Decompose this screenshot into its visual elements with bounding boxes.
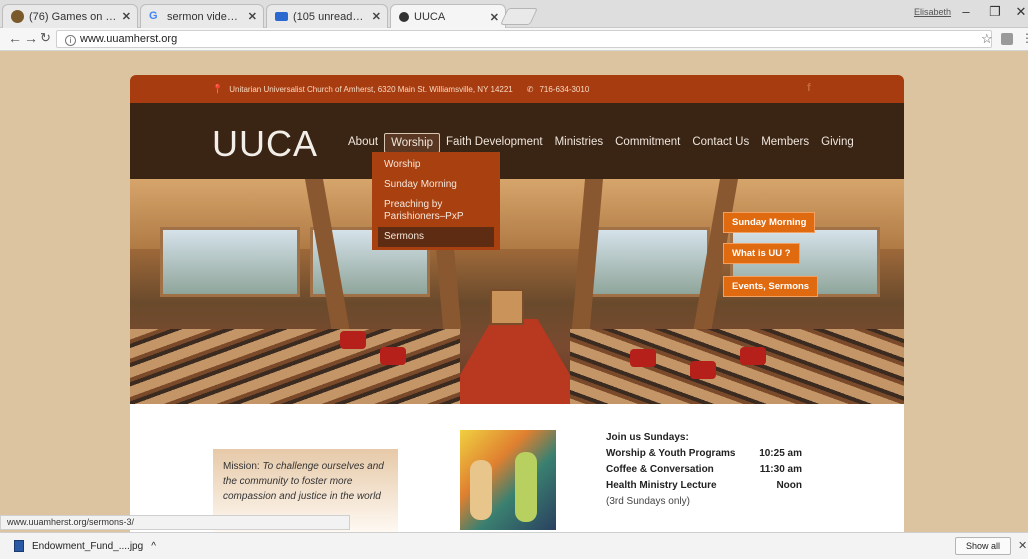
address-bar: ← → ↻ i www.uuamherst.org ☆ ⋮ [0, 28, 1028, 51]
dropdown-item-pxp[interactable]: Preaching by Parishioners–PxP [372, 195, 500, 227]
nav-contact-us[interactable]: Contact Us [686, 133, 755, 153]
sunday-schedule: Join us Sundays: Worship & Youth Program… [606, 430, 826, 510]
site-header: UUCA About Worship Faith Development Min… [130, 103, 904, 179]
main-nav: About Worship Faith Development Ministri… [342, 133, 860, 153]
uuca-icon [399, 12, 409, 22]
hero-chair [340, 331, 366, 349]
close-icon[interactable]: ✕ [248, 10, 257, 23]
hero-altar [490, 289, 524, 325]
nav-about[interactable]: About [342, 133, 384, 153]
minimize-icon[interactable]: – [955, 4, 977, 19]
site-top-bar: 📍 Unitarian Universalist Church of Amher… [130, 75, 904, 103]
download-filename: Endowment_Fund_....jpg [32, 540, 144, 552]
dropdown-item-sermons[interactable]: Sermons [378, 227, 494, 247]
site-container: 📍 Unitarian Universalist Church of Amher… [130, 75, 904, 404]
nav-ministries[interactable]: Ministries [549, 133, 610, 153]
reload-icon[interactable]: ↻ [40, 30, 51, 46]
poster-figure [470, 460, 492, 520]
mission-label: Mission: [223, 461, 260, 472]
url-text: www.uuamherst.org [80, 33, 178, 45]
hero-pews-right [570, 329, 904, 404]
schedule-time: 11:30 am [759, 464, 802, 475]
hero-chair [740, 347, 766, 365]
close-icon[interactable]: ✕ [490, 11, 499, 24]
tab-label: (105 unread) - cornell_m [293, 10, 367, 23]
nav-members[interactable]: Members [755, 133, 815, 153]
tab-mail[interactable]: (105 unread) - cornell_m ✕ [266, 4, 388, 28]
close-icon[interactable]: ✕ [1018, 539, 1027, 552]
nav-worship[interactable]: Worship [384, 133, 441, 153]
church-address: Unitarian Universalist Church of Amherst… [229, 84, 513, 94]
schedule-row: Worship & Youth Programs 10:25 am [606, 446, 826, 462]
mindjolt-icon [11, 10, 24, 23]
site-logo[interactable]: UUCA [212, 123, 318, 165]
profile-name[interactable]: Elisabeth [914, 7, 951, 17]
what-is-uu-button[interactable]: What is UU ? [723, 243, 800, 264]
schedule-heading: Join us Sundays: [606, 432, 689, 443]
dropdown-item-worship[interactable]: Worship [372, 155, 500, 175]
hero-window [590, 227, 710, 297]
hero-chair [690, 361, 716, 379]
hero-window [160, 227, 300, 297]
hero-chair [380, 347, 406, 365]
menu-icon[interactable]: ⋮ [1021, 31, 1028, 45]
hero-chair [630, 349, 656, 367]
mail-icon [275, 12, 288, 21]
schedule-row: Health Ministry Lecture Noon [606, 478, 826, 494]
show-all-button[interactable]: Show all [955, 537, 1011, 555]
status-url-bubble: www.uuamherst.org/sermons-3/ [0, 515, 350, 530]
chevron-up-icon[interactable]: ^ [151, 541, 156, 552]
tab-label: (76) Games on Mindjolt [29, 10, 117, 23]
browser-tab-strip: (76) Games on Mindjolt ✕ G sermon videos… [0, 0, 1028, 29]
close-icon[interactable]: ✕ [372, 10, 381, 23]
tab-uuca[interactable]: UUCA ✕ [390, 4, 506, 29]
tab-label: sermon videos - Google [167, 10, 243, 23]
nav-faith-development[interactable]: Faith Development [440, 133, 549, 153]
close-icon[interactable]: ✕ [122, 10, 131, 23]
schedule-time: Noon [776, 480, 802, 491]
google-icon: G [149, 10, 158, 22]
hero-sanctuary-image: Sunday Morning What is UU ? Events, Serm… [130, 179, 904, 404]
poster-figure [515, 452, 537, 522]
hero-carpet [440, 319, 590, 404]
info-icon[interactable]: i [65, 35, 76, 46]
nav-giving[interactable]: Giving [815, 133, 860, 153]
sunday-morning-button[interactable]: Sunday Morning [723, 212, 816, 233]
back-icon[interactable]: ← [8, 30, 22, 46]
church-phone[interactable]: 716-634-3010 [539, 85, 589, 94]
bookmark-star-icon[interactable]: ☆ [981, 31, 993, 47]
nav-commitment[interactable]: Commitment [609, 133, 686, 153]
schedule-label: Coffee & Conversation [606, 464, 714, 475]
events-sermons-button[interactable]: Events, Sermons [723, 276, 819, 297]
download-bar: Endowment_Fund_....jpg ^ Show all ✕ [0, 532, 1028, 559]
phone-icon: ✆ [526, 84, 534, 94]
url-input[interactable]: i www.uuamherst.org [56, 30, 992, 48]
tab-mindjolt[interactable]: (76) Games on Mindjolt ✕ [2, 4, 138, 28]
tab-label: UUCA [414, 11, 446, 23]
dropdown-item-sunday-morning[interactable]: Sunday Morning [372, 175, 500, 195]
schedule-label: Worship & Youth Programs [606, 448, 736, 459]
forward-icon[interactable]: → [24, 30, 38, 46]
poster-image[interactable] [460, 430, 556, 530]
schedule-note: (3rd Sundays only) [606, 496, 690, 507]
schedule-row: Coffee & Conversation 11:30 am [606, 462, 826, 478]
extension-icon[interactable] [1001, 33, 1013, 45]
location-pin-icon: 📍 [212, 83, 224, 94]
image-file-icon [14, 540, 24, 552]
schedule-time: 10:25 am [759, 448, 802, 459]
close-window-icon[interactable]: ✕ [1010, 4, 1028, 20]
schedule-label: Health Ministry Lecture [606, 480, 717, 491]
facebook-icon[interactable]: f [807, 82, 811, 94]
tab-google[interactable]: G sermon videos - Google ✕ [140, 4, 264, 28]
download-item[interactable]: Endowment_Fund_....jpg ^ [14, 540, 156, 552]
hero-pews-left [130, 329, 460, 404]
worship-dropdown-menu: Worship Sunday Morning Preaching by Pari… [372, 152, 500, 250]
restore-icon[interactable]: ❐ [984, 4, 1006, 20]
new-tab-button[interactable] [500, 8, 538, 25]
